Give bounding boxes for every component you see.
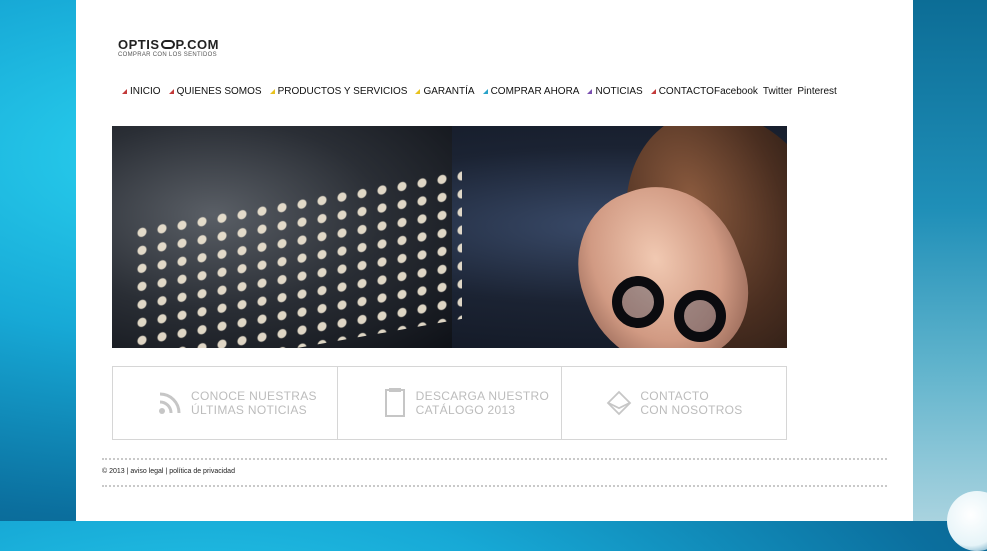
triangle-icon — [482, 89, 488, 94]
facebook-link[interactable]: Facebook — [714, 86, 758, 97]
nav-item-garantia[interactable]: GARANTÍA — [415, 86, 475, 97]
catalog-box[interactable]: DESCARGA NUESTRO CATÁLOGO 2013 — [338, 367, 563, 439]
news-box[interactable]: CONOCE NUESTRAS ÚLTIMAS NOTICIAS — [113, 367, 338, 439]
feature-boxes: CONOCE NUESTRAS ÚLTIMAS NOTICIAS DESCARGA… — [112, 366, 787, 440]
social-links: Facebook Twitter Pinterest — [714, 86, 837, 97]
twitter-link[interactable]: Twitter — [763, 86, 792, 97]
divider — [102, 458, 887, 460]
background-right — [907, 0, 987, 521]
envelope-icon — [606, 388, 632, 418]
divider — [102, 485, 887, 487]
triangle-icon — [168, 89, 174, 94]
nav-item-contacto[interactable]: CONTACTO — [650, 86, 714, 97]
logo-tagline: COMPRAR CON LOS SENTIDOS — [118, 52, 217, 58]
triangle-icon — [269, 89, 275, 94]
rss-icon — [157, 388, 183, 418]
nav-item-productos[interactable]: PRODUCTOS Y SERVICIOS — [269, 86, 407, 97]
nav-item-quienes-somos[interactable]: QUIENES SOMOS — [168, 86, 262, 97]
nav-item-comprar[interactable]: COMPRAR AHORA — [482, 86, 579, 97]
logo-brand: OPTIS P.COM — [118, 37, 219, 52]
contact-box[interactable]: CONTACTO CON NOSOTROS — [562, 367, 786, 439]
triangle-icon — [415, 89, 421, 94]
document-icon — [382, 388, 408, 418]
page-container: OPTIS P.COM COMPRAR CON LOS SENTIDOS INIC… — [76, 0, 913, 521]
triangle-icon — [650, 89, 656, 94]
hero-banner-image — [112, 126, 787, 348]
privacy-link[interactable]: política de privacidad — [169, 468, 235, 475]
glasses-logo-icon — [160, 40, 175, 49]
triangle-icon — [122, 89, 127, 94]
main-nav: INICIO QUIENES SOMOS PRODUCTOS Y SERVICI… — [122, 86, 722, 97]
glasses-icon — [612, 276, 752, 342]
footer: © 2013 | aviso legal | política de priva… — [102, 468, 235, 475]
legal-link[interactable]: aviso legal — [130, 468, 163, 475]
nav-item-inicio[interactable]: INICIO — [122, 86, 161, 97]
site-logo[interactable]: OPTIS P.COM COMPRAR CON LOS SENTIDOS — [118, 38, 219, 58]
triangle-icon — [587, 89, 593, 94]
pinterest-link[interactable]: Pinterest — [797, 86, 836, 97]
nav-item-noticias[interactable]: NOTICIAS — [587, 86, 643, 97]
